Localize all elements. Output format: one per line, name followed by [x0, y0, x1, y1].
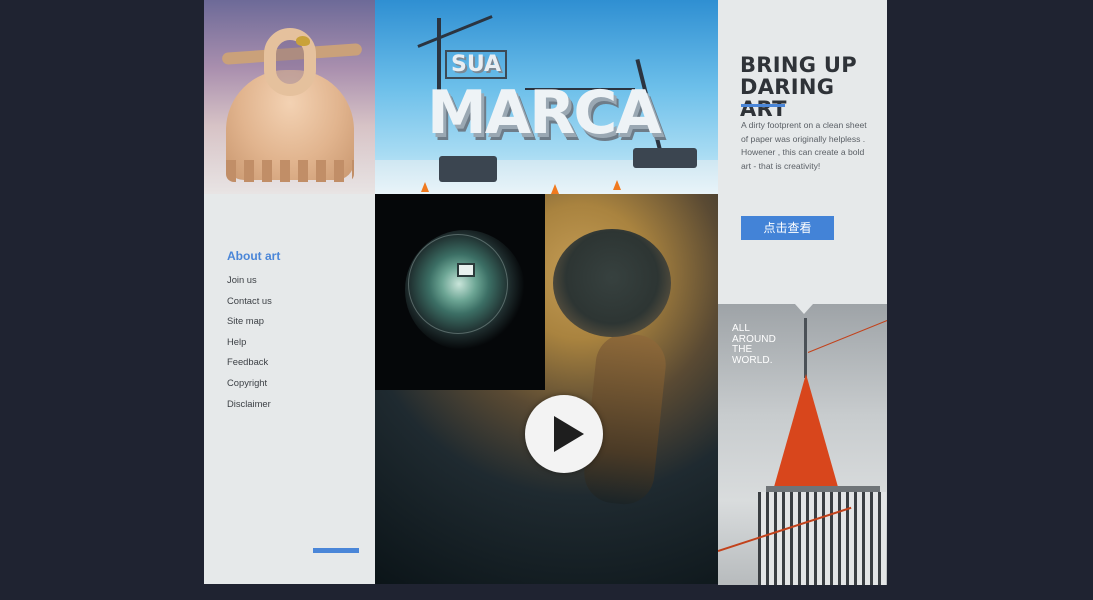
- tower-colonnade: [758, 492, 886, 585]
- footer-nav-panel: About art Join us Contact us Site map He…: [204, 194, 375, 584]
- hero-title-line2: DARING ART: [740, 75, 835, 121]
- tower-caption: ALL AROUND THE WORLD.: [732, 323, 776, 366]
- artwork-bird: [296, 36, 310, 46]
- concrete-truck: [439, 156, 497, 182]
- nav-item-feedback[interactable]: Feedback: [227, 352, 272, 373]
- nav-item-join-us[interactable]: Join us: [227, 270, 272, 291]
- nav-item-site-map[interactable]: Site map: [227, 311, 272, 332]
- word-marca: MARCA: [427, 78, 662, 148]
- swirl-square: [457, 263, 475, 277]
- page: SUA MARCA BRING UP DARING ART A dirty fo…: [0, 0, 1093, 600]
- hero-title: BRING UP DARING ART: [740, 54, 880, 120]
- hero-title-line1: BRING UP: [740, 53, 857, 77]
- accent-bar: [313, 548, 359, 553]
- title-underline: [741, 104, 785, 107]
- nav-list: Join us Contact us Site map Help Feedbac…: [227, 270, 272, 414]
- nav-heading-about-art[interactable]: About art: [227, 249, 280, 263]
- video-flower-silhouette: [553, 229, 671, 337]
- nav-item-help[interactable]: Help: [227, 332, 272, 353]
- tower-wrapped-cone: [772, 374, 840, 494]
- artwork-drips: [226, 160, 354, 182]
- traffic-cone: [613, 180, 621, 190]
- tower-spire: [804, 318, 807, 378]
- tower-caption-line4: WORLD.: [732, 354, 773, 366]
- panel-pointer: [795, 304, 813, 314]
- abstract-swirl-artwork[interactable]: [375, 194, 545, 390]
- swirl-ring: [408, 234, 508, 334]
- tower-caption-line1: ALL: [732, 323, 751, 334]
- nav-item-copyright[interactable]: Copyright: [227, 373, 272, 394]
- crane-truck: [633, 148, 697, 168]
- word-sua: SUA: [445, 50, 508, 79]
- crane-jib-left: [417, 15, 493, 48]
- hero-panel: BRING UP DARING ART A dirty footprent on…: [718, 0, 887, 314]
- nav-item-contact-us[interactable]: Contact us: [227, 291, 272, 312]
- tower-rope: [807, 318, 887, 353]
- construction-letters-artwork[interactable]: SUA MARCA: [375, 0, 718, 194]
- tower-artwork[interactable]: ALL AROUND THE WORLD.: [718, 304, 887, 585]
- tower-caption-line3: THE: [732, 344, 753, 355]
- traffic-cone: [421, 182, 429, 192]
- play-icon[interactable]: [525, 395, 603, 473]
- surreal-head-artwork[interactable]: [204, 0, 375, 194]
- tower-caption-line2: AROUND: [732, 333, 776, 345]
- view-button[interactable]: 点击查看: [741, 216, 834, 240]
- traffic-cone: [551, 184, 559, 194]
- hero-description: A dirty footprent on a clean sheet of pa…: [741, 120, 867, 171]
- nav-item-disclaimer[interactable]: Disclaimer: [227, 394, 272, 415]
